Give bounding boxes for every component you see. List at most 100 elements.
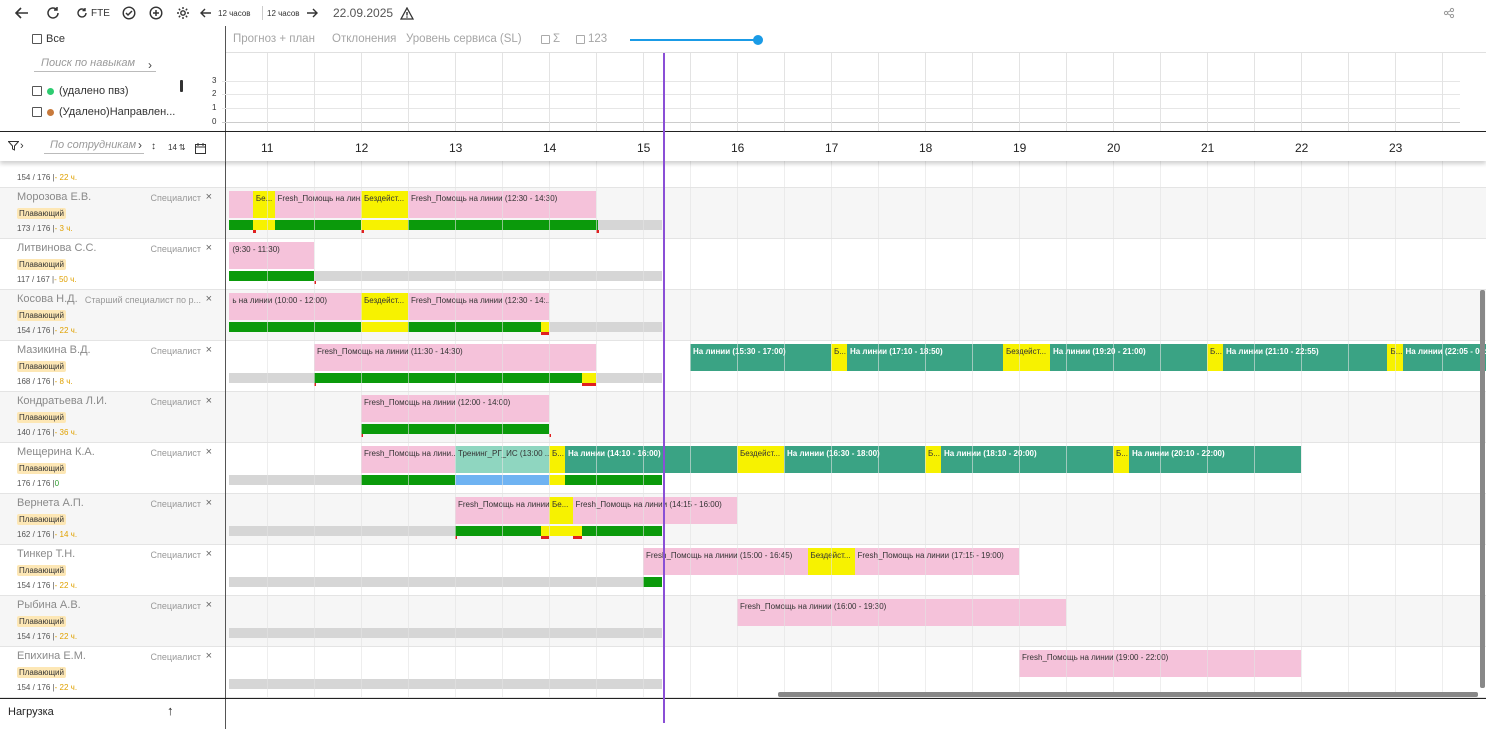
employee-name[interactable]: Косова Н.Д. [17, 293, 78, 305]
remove-employee-icon[interactable]: × [206, 650, 212, 662]
deviation-marker [572, 536, 582, 539]
shift-block[interactable]: На линии (17:10 - 18:50) [846, 344, 1003, 371]
shift-block[interactable]: Бездейст... [361, 191, 408, 218]
sort-arrows-icon[interactable]: ↕ [151, 141, 156, 152]
calendar-icon[interactable] [195, 141, 206, 159]
shift-block[interactable]: Б... [831, 344, 847, 371]
grid-line [737, 53, 738, 131]
skill-item[interactable]: (удалено пвз) [32, 85, 129, 97]
vertical-scrollbar[interactable] [1480, 290, 1485, 688]
hours-stat: 162 / 176 |- 14 ч. [17, 530, 77, 539]
back-arrow-icon[interactable] [12, 4, 32, 22]
shift-block[interactable]: Б... [1207, 344, 1223, 371]
remove-employee-icon[interactable]: × [206, 497, 212, 509]
shift-block[interactable]: Fresh_Помощь на линии... [455, 497, 549, 524]
employee-name[interactable]: Епихина Е.М. [17, 650, 86, 662]
shift-block[interactable]: Fresh_Помощь на линии (17:15 - 19:00) [854, 548, 1019, 575]
forecast-plan-toggle[interactable]: Прогноз + план [233, 33, 315, 45]
horizontal-scrollbar[interactable] [778, 692, 1478, 697]
shift-block[interactable]: На линии (16:30 - 18:00) [784, 446, 925, 473]
shift-block[interactable]: На линии (21:10 - 22:55) [1222, 344, 1388, 371]
employee-name[interactable]: Мазикина В.Д. [17, 344, 91, 356]
arrow-up-icon[interactable]: ↑ [167, 703, 174, 718]
shift-block[interactable]: Fresh_Помощь на линии (12:30 - 14:... [408, 293, 549, 320]
employee-name[interactable]: Рыбина А.В. [17, 599, 81, 611]
check-circle-icon[interactable] [119, 4, 139, 22]
shift-block[interactable]: Б... [1113, 446, 1129, 473]
employee-name[interactable]: Кондратьева Л.И. [17, 395, 107, 407]
step-forward-button[interactable]: 12 часов [267, 4, 323, 22]
remove-employee-icon[interactable]: × [206, 395, 212, 407]
share-nodes-icon[interactable] [1440, 4, 1458, 22]
shift-block[interactable]: Б... [925, 446, 941, 473]
employee-search-input[interactable]: По сотрудникам [44, 139, 144, 154]
shift-block[interactable]: На линии (19:20 - 21:00) [1050, 344, 1207, 371]
hour-label: 21 [1201, 141, 1215, 155]
filter-funnel-icon[interactable]: › [8, 140, 24, 152]
service-level-toggle[interactable]: Уровень сервиса (SL) [406, 33, 522, 45]
shift-block[interactable]: Бездейст... [807, 548, 855, 575]
zoom-slider[interactable] [630, 35, 763, 45]
shift-block[interactable]: Бездейст... [737, 446, 784, 473]
floating-badge: Плавающий [17, 514, 66, 525]
employee-name[interactable]: Мещерина К.А. [17, 446, 95, 458]
remove-employee-icon[interactable]: × [206, 599, 212, 611]
shift-block[interactable]: Fresh_Помощь на линии (11:30 - 14:30) [314, 344, 596, 371]
numbers-checkbox[interactable]: 123 [576, 33, 607, 45]
deviations-toggle[interactable]: Отклонения [332, 33, 396, 45]
shift-block[interactable]: Б... [549, 446, 565, 473]
current-date[interactable]: 22.09.2025 [333, 4, 395, 22]
skill-search-input[interactable]: Поиск по навыкам [34, 57, 156, 72]
remove-employee-icon[interactable]: × [206, 293, 212, 305]
skills-scrollbar[interactable] [180, 80, 183, 92]
shift-block[interactable]: На линии (18:10 - 20:00) [940, 446, 1113, 473]
shift-block[interactable]: На линии (14:10 - 16:00) [564, 446, 737, 473]
shift-block[interactable]: Fresh_Помощь на лин... [274, 191, 361, 218]
hour-label: 15 [637, 141, 651, 155]
employee-name[interactable]: Морозова Е.В. [17, 191, 91, 203]
add-circle-icon[interactable] [146, 4, 166, 22]
shift-block[interactable]: Бе... [252, 191, 275, 218]
shift-block[interactable]: ь на линии (10:00 - 12:00) [229, 293, 361, 320]
remove-employee-icon[interactable]: × [206, 344, 212, 356]
settings-gear-icon[interactable] [173, 4, 193, 22]
employee-name[interactable]: Вернета А.П. [17, 497, 84, 509]
employee-info: Мещерина К.А. Специалист × Плавающий 176 / 1… [0, 443, 226, 494]
remove-employee-icon[interactable]: × [206, 191, 212, 203]
remove-employee-icon[interactable]: × [206, 548, 212, 560]
hours-stat: 173 / 176 |- 3 ч. [17, 224, 73, 233]
sort-count[interactable]: 14 ⇅ [168, 143, 186, 152]
chevron-right-icon[interactable]: › [148, 58, 152, 72]
shift-block[interactable]: Fresh_Помощь на линии (12:00 - 14:00) [361, 395, 549, 422]
remove-employee-icon[interactable]: × [206, 242, 212, 254]
shift-block[interactable]: Бездейст... [1003, 344, 1051, 371]
remove-employee-icon[interactable]: × [206, 446, 212, 458]
shift-block[interactable]: Fresh_Помощь на линии (19:00 - 22:00) [1019, 650, 1301, 677]
zoom-slider-thumb[interactable] [753, 35, 763, 45]
step-back-label: 12 часов [218, 8, 251, 18]
shift-block[interactable]: Fresh_Помощь на линии (16:00 - 19:30) [737, 599, 1066, 626]
shift-block[interactable]: Бе... [549, 497, 573, 524]
shift-block[interactable]: Fresh_Помощь на линии (15:00 - 16:45) [643, 548, 808, 575]
shift-block[interactable]: Fresh_Помощь на линии (14:15 - 16:00) [572, 497, 737, 524]
shift-block[interactable] [229, 191, 253, 218]
sum-checkbox[interactable]: Σ [541, 33, 560, 45]
shift-block[interactable]: На линии (15:30 - 17:00) [690, 344, 831, 371]
shift-block[interactable]: На линии (22:05 - 00:30) [1402, 344, 1486, 371]
chevron-right-icon[interactable]: › [138, 138, 142, 152]
shift-block[interactable]: (9:30 - 11:30) [229, 242, 314, 269]
employee-name[interactable]: Тинкер Т.Н. [17, 548, 75, 560]
warning-icon[interactable] [398, 4, 416, 22]
shift-block[interactable]: На линии (20:10 - 22:00) [1128, 446, 1301, 473]
shift-block[interactable]: Б... [1387, 344, 1403, 371]
fte-toggle[interactable]: FTE [72, 4, 114, 22]
skill-item[interactable]: (Удалено)Направлен... [32, 106, 175, 118]
shift-block[interactable]: Fresh_Помощь на лини... [361, 446, 455, 473]
step-back-button[interactable]: 12 часов [200, 4, 260, 22]
shift-block[interactable]: Fresh_Помощь на линии (12:30 - 14:30) [408, 191, 596, 218]
select-all-checkbox[interactable]: Все [32, 33, 65, 45]
refresh-icon[interactable] [43, 4, 63, 22]
shift-block[interactable]: Тренинг_РГ_ИС (13:00 ... [455, 446, 549, 473]
employee-name[interactable]: Литвинова С.С. [17, 242, 96, 254]
shift-block[interactable]: Бездейст... [361, 293, 408, 320]
